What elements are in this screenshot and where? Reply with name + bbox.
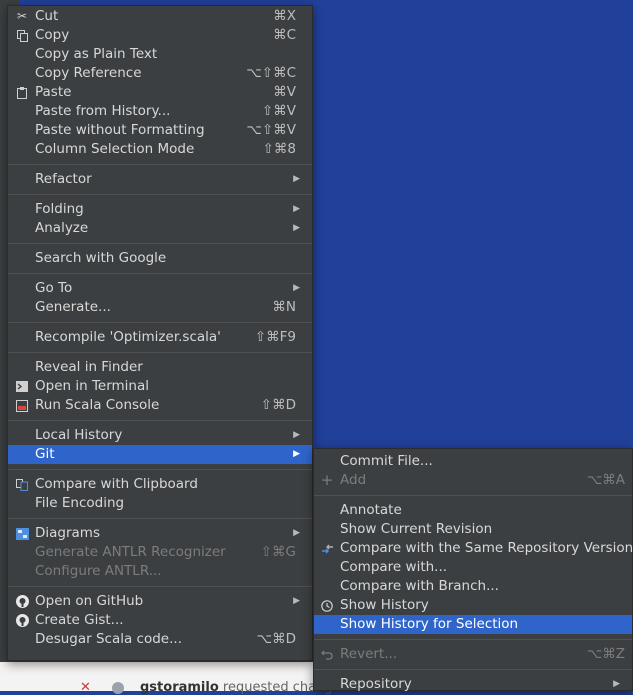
- git-item-compare-with-branch[interactable]: Compare with Branch...: [314, 577, 632, 596]
- git-item-compare-with[interactable]: Compare with...: [314, 558, 632, 577]
- submenu-arrow-icon: ▶: [293, 596, 300, 606]
- git-item-show-history[interactable]: Show History: [314, 596, 632, 615]
- scala-console-icon: [14, 396, 30, 415]
- menu-separator: [8, 352, 312, 353]
- diagram-icon: [14, 524, 30, 543]
- menu-item-compare-with-clipboard[interactable]: Compare with Clipboard: [8, 475, 312, 494]
- menu-item-recompile[interactable]: Recompile 'Optimizer.scala' ⇧⌘F9: [8, 328, 312, 347]
- close-icon: ✕: [80, 680, 91, 695]
- revert-icon: [319, 645, 335, 664]
- submenu-arrow-icon: ▶: [293, 528, 300, 538]
- menu-item-local-history[interactable]: Local History ▶: [8, 426, 312, 445]
- menu-separator: [8, 194, 312, 195]
- menu-item-open-in-terminal[interactable]: Open in Terminal: [8, 377, 312, 396]
- menu-item-copy-reference[interactable]: Copy Reference ⌥⇧⌘C: [8, 64, 312, 83]
- github-icon: [14, 611, 30, 630]
- menu-item-search-with-google[interactable]: Search with Google: [8, 249, 312, 268]
- menu-separator: [8, 469, 312, 470]
- copy-icon: [14, 26, 30, 45]
- menu-item-refactor[interactable]: Refactor ▶: [8, 170, 312, 189]
- git-item-revert[interactable]: Revert... ⌥⌘Z: [314, 645, 632, 664]
- menu-item-analyze[interactable]: Analyze ▶: [8, 219, 312, 238]
- compare-icon: [14, 475, 30, 494]
- menu-item-copy-plain-text[interactable]: Copy as Plain Text: [8, 45, 312, 64]
- menu-item-diagrams[interactable]: Diagrams ▶: [8, 524, 312, 543]
- editor-context-menu: ✂ Cut ⌘X Copy ⌘C Copy as Plain Text Copy…: [7, 5, 313, 661]
- menu-item-paste-from-history[interactable]: Paste from History... ⇧⌘V: [8, 102, 312, 121]
- menu-separator: [8, 420, 312, 421]
- menu-item-paste-without-formatting[interactable]: Paste without Formatting ⌥⇧⌘V: [8, 121, 312, 140]
- submenu-arrow-icon: ▶: [613, 679, 620, 689]
- submenu-arrow-icon: ▶: [293, 204, 300, 214]
- menu-item-generate-antlr-recognizer[interactable]: Generate ANTLR Recognizer ⇧⌘G: [8, 543, 312, 562]
- menu-item-paste[interactable]: Paste ⌘V: [8, 83, 312, 102]
- menu-item-run-scala-console[interactable]: Run Scala Console ⇧⌘D: [8, 396, 312, 415]
- git-item-show-current-revision[interactable]: Show Current Revision: [314, 520, 632, 539]
- menu-separator: [8, 243, 312, 244]
- menu-separator: [314, 495, 632, 496]
- submenu-arrow-icon: ▶: [293, 223, 300, 233]
- submenu-arrow-icon: ▶: [293, 283, 300, 293]
- menu-item-copy[interactable]: Copy ⌘C: [8, 26, 312, 45]
- menu-separator: [8, 164, 312, 165]
- menu-separator: [314, 639, 632, 640]
- plus-icon: +: [320, 471, 334, 489]
- git-item-repository[interactable]: Repository ▶: [314, 675, 632, 694]
- git-submenu: Commit File... + Add ⌥⌘A Annotate Show C…: [313, 448, 633, 694]
- git-item-compare-same-repository-version[interactable]: Compare with the Same Repository Version: [314, 539, 633, 558]
- menu-item-configure-antlr[interactable]: Configure ANTLR...: [8, 562, 312, 581]
- menu-separator: [8, 586, 312, 587]
- submenu-arrow-icon: ▶: [293, 174, 300, 184]
- git-item-commit-file[interactable]: Commit File...: [314, 452, 632, 471]
- avatar: [112, 682, 124, 694]
- menu-item-folding[interactable]: Folding ▶: [8, 200, 312, 219]
- submenu-arrow-icon: ▶: [293, 430, 300, 440]
- submenu-arrow-icon: ▶: [293, 449, 300, 459]
- menu-separator: [8, 322, 312, 323]
- git-item-add[interactable]: + Add ⌥⌘A: [314, 471, 632, 490]
- menu-item-git[interactable]: Git ▶: [8, 445, 312, 464]
- menu-item-reveal-in-finder[interactable]: Reveal in Finder: [8, 358, 312, 377]
- menu-item-create-gist[interactable]: Create Gist...: [8, 611, 312, 630]
- scissors-icon: ✂: [16, 9, 28, 23]
- clock-icon: [319, 596, 335, 615]
- clipboard-icon: [14, 83, 30, 102]
- review-comment: gstoramilo requested chang: [140, 680, 333, 695]
- menu-separator: [314, 669, 632, 670]
- menu-item-go-to[interactable]: Go To ▶: [8, 279, 312, 298]
- menu-item-cut[interactable]: ✂ Cut ⌘X: [8, 7, 312, 26]
- git-item-annotate[interactable]: Annotate: [314, 501, 632, 520]
- menu-item-column-selection-mode[interactable]: Column Selection Mode ⇧⌘8: [8, 140, 312, 159]
- github-icon: [14, 592, 30, 611]
- menu-separator: [8, 273, 312, 274]
- menu-item-generate[interactable]: Generate... ⌘N: [8, 298, 312, 317]
- compare-arrows-icon: [319, 539, 335, 558]
- menu-item-open-on-github[interactable]: Open on GitHub ▶: [8, 592, 312, 611]
- git-item-show-history-for-selection[interactable]: Show History for Selection: [314, 615, 632, 634]
- terminal-icon: [14, 377, 30, 396]
- menu-separator: [8, 518, 312, 519]
- menu-item-file-encoding[interactable]: File Encoding: [8, 494, 312, 513]
- menu-item-desugar-scala-code[interactable]: Desugar Scala code... ⌥⌘D: [8, 630, 312, 649]
